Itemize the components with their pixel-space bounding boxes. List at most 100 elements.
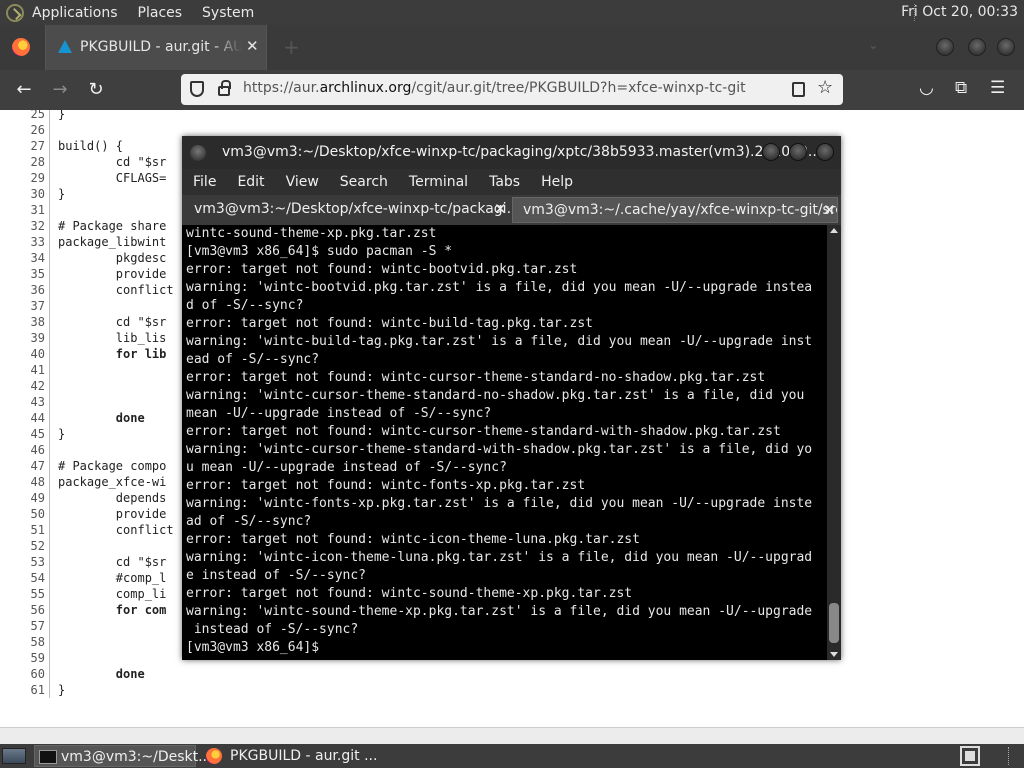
menu-terminal[interactable]: Terminal: [409, 174, 468, 190]
menu-system[interactable]: System: [202, 5, 254, 21]
line-number[interactable]: 28: [0, 154, 50, 170]
menu-tabs[interactable]: Tabs: [489, 174, 520, 190]
line-number[interactable]: 61: [0, 682, 50, 698]
terminal-screen[interactable]: wintc-sound-theme-xp.pkg.tar.zst [vm3@vm3…: [182, 225, 827, 660]
line-number[interactable]: 26: [0, 122, 50, 138]
reload-icon[interactable]: ↻: [84, 78, 108, 102]
menu-applications[interactable]: Applications: [32, 5, 118, 21]
line-number[interactable]: 41: [0, 362, 50, 378]
line-number[interactable]: 52: [0, 538, 50, 554]
scroll-up-icon[interactable]: [830, 228, 838, 233]
maximize-window-button[interactable]: [968, 38, 986, 56]
line-number[interactable]: 30: [0, 186, 50, 202]
panel-separator: [1008, 747, 1010, 765]
line-number[interactable]: 53: [0, 554, 50, 570]
code-line: 48 package_xfce-wi: [0, 474, 174, 490]
new-tab-icon[interactable]: +: [283, 35, 300, 59]
menu-view[interactable]: View: [286, 174, 319, 190]
line-number[interactable]: 51: [0, 522, 50, 538]
line-number[interactable]: 33: [0, 234, 50, 250]
firefox-icon[interactable]: [12, 38, 30, 56]
terminal-maximize-button[interactable]: [789, 143, 807, 161]
line-number[interactable]: 56: [0, 602, 50, 618]
line-number[interactable]: 60: [0, 666, 50, 682]
line-number[interactable]: 39: [0, 330, 50, 346]
task-firefox[interactable]: PKGBUILD - aur.git ...: [202, 745, 377, 767]
terminal-line: error: target not found: wintc-bootvid.p…: [186, 262, 578, 277]
line-number[interactable]: 42: [0, 378, 50, 394]
line-number[interactable]: 55: [0, 586, 50, 602]
extensions-icon[interactable]: ⧉: [955, 78, 967, 98]
window-menu-icon[interactable]: [190, 145, 206, 161]
terminal-title: vm3@vm3:~/Desktop/xfce-winxp-tc/packagin…: [222, 144, 822, 160]
minimize-window-button[interactable]: [936, 38, 954, 56]
forward-icon[interactable]: →: [48, 78, 72, 102]
line-number[interactable]: 47: [0, 458, 50, 474]
lock-icon[interactable]: [218, 80, 231, 96]
terminal-line: ead of -S/--sync?: [186, 352, 320, 367]
line-number[interactable]: 45: [0, 426, 50, 442]
code-line: 43: [0, 394, 174, 410]
pocket-icon[interactable]: ◡: [919, 78, 934, 98]
line-number[interactable]: 34: [0, 250, 50, 266]
terminal-minimize-button[interactable]: [762, 143, 780, 161]
terminal-tab-1[interactable]: vm3@vm3:~/Desktop/xfce-winxp-tc/packagi.…: [184, 197, 510, 223]
scroll-down-icon[interactable]: [830, 652, 838, 657]
clock[interactable]: Fri Oct 20, 00:33: [901, 4, 1018, 20]
line-number[interactable]: 54: [0, 570, 50, 586]
show-desktop-icon[interactable]: [2, 748, 26, 764]
line-number[interactable]: 48: [0, 474, 50, 490]
line-number[interactable]: 31: [0, 202, 50, 218]
tracking-protection-icon[interactable]: [190, 81, 204, 97]
app-menu-icon[interactable]: ☰: [990, 78, 1005, 98]
code-line: 58: [0, 634, 174, 650]
line-number[interactable]: 50: [0, 506, 50, 522]
workspace-switcher-icon[interactable]: [960, 746, 980, 766]
list-tabs-icon[interactable]: ⌄: [868, 38, 879, 53]
tab-pkgbuild[interactable]: PKGBUILD - aur.git - AUR Package Reposit…: [45, 25, 267, 70]
scrollbar-thumb[interactable]: [829, 603, 839, 643]
code-text: }: [58, 110, 66, 121]
url-text[interactable]: https://aur.archlinux.org/cgit/aur.git/t…: [243, 80, 746, 96]
terminal-scrollbar[interactable]: [827, 225, 841, 660]
line-number[interactable]: 36: [0, 282, 50, 298]
tab-close-icon[interactable]: ✕: [246, 37, 259, 55]
url-bar[interactable]: https://aur.archlinux.org/cgit/aur.git/t…: [181, 74, 843, 105]
line-number[interactable]: 59: [0, 650, 50, 666]
terminal-titlebar[interactable]: vm3@vm3:~/Desktop/xfce-winxp-tc/packagin…: [182, 136, 841, 169]
menu-places[interactable]: Places: [138, 5, 183, 21]
line-number[interactable]: 32: [0, 218, 50, 234]
menu-search[interactable]: Search: [340, 174, 388, 190]
terminal-tab-2[interactable]: vm3@vm3:~/.cache/yay/xfce-winxp-tc-git/s…: [512, 197, 838, 223]
line-number[interactable]: 44: [0, 410, 50, 426]
code-text: cd "$sr: [58, 555, 167, 569]
tab-close-icon[interactable]: ✕: [823, 201, 836, 219]
code-line: 51 conflict: [0, 522, 174, 538]
back-icon[interactable]: ←: [12, 78, 36, 102]
line-number[interactable]: 40: [0, 346, 50, 362]
tab-close-icon[interactable]: ✕: [494, 200, 507, 218]
line-number[interactable]: 35: [0, 266, 50, 282]
reader-view-icon[interactable]: [792, 82, 805, 97]
terminal-close-button[interactable]: [816, 143, 834, 161]
line-number[interactable]: 57: [0, 618, 50, 634]
bookmark-star-icon[interactable]: ☆: [817, 77, 833, 98]
line-number[interactable]: 37: [0, 298, 50, 314]
line-number[interactable]: 25: [0, 110, 50, 122]
menu-edit[interactable]: Edit: [237, 174, 264, 190]
line-number[interactable]: 46: [0, 442, 50, 458]
code-text: provide: [58, 267, 167, 281]
code-line: 44 done: [0, 410, 174, 426]
line-number[interactable]: 27: [0, 138, 50, 154]
menu-help[interactable]: Help: [541, 174, 573, 190]
close-window-button[interactable]: [997, 38, 1015, 56]
line-number[interactable]: 49: [0, 490, 50, 506]
line-number[interactable]: 43: [0, 394, 50, 410]
line-number[interactable]: 38: [0, 314, 50, 330]
menu-file[interactable]: File: [193, 174, 216, 190]
code-line: 52: [0, 538, 174, 554]
task-terminal[interactable]: vm3@vm3:~/Deskt...: [34, 745, 211, 767]
line-number[interactable]: 58: [0, 634, 50, 650]
line-number[interactable]: 29: [0, 170, 50, 186]
distro-logo-icon[interactable]: [6, 3, 24, 22]
